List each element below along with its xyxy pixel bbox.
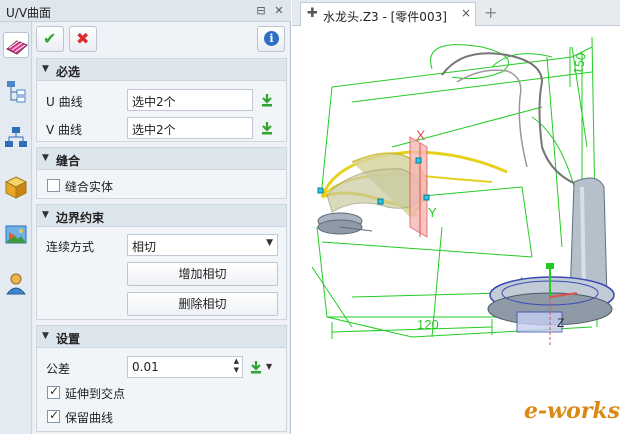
section-boundary: ▼ 边界约束 连续方式 相切 ▼ 增加相切 删除相切 bbox=[36, 204, 287, 320]
remove-tangent-button[interactable]: 删除相切 bbox=[127, 292, 278, 316]
section-required: ▼ 必选 U 曲线 选中2个 V 曲线 选中2个 bbox=[36, 58, 287, 142]
modified-marker-icon: ✚ bbox=[307, 6, 318, 21]
v-curve-field[interactable]: 选中2个 bbox=[127, 117, 253, 139]
info-icon: i bbox=[264, 31, 279, 46]
dimension-120-text: 120 bbox=[417, 317, 439, 332]
pick-u-curve-icon[interactable] bbox=[259, 92, 275, 108]
axis-x-label: X bbox=[416, 127, 426, 143]
v-curve-label: V 曲线 bbox=[46, 123, 83, 137]
side-toolbar bbox=[0, 22, 32, 434]
user-icon[interactable] bbox=[3, 270, 29, 296]
panel-title-bar: U/V曲面 ⊟ ✕ bbox=[0, 0, 291, 22]
3d-viewport[interactable]: ✚ 水龙头.Z3 - [零件003] × + 150 120 X Y Z e-w… bbox=[292, 0, 620, 434]
dropdown-arrow-icon: ▼ bbox=[266, 238, 273, 248]
pick-v-curve-icon[interactable] bbox=[259, 120, 275, 136]
checkmark-icon: ✓ bbox=[49, 384, 60, 398]
tolerance-input[interactable]: 0.01 ▲ ▼ bbox=[127, 356, 243, 378]
continuity-label: 连续方式 bbox=[46, 240, 95, 254]
sew-solid-checkbox[interactable] bbox=[47, 179, 60, 192]
collapse-arrow-icon: ▼ bbox=[42, 64, 49, 74]
collapse-arrow-icon: ▼ bbox=[42, 331, 49, 341]
continuity-select[interactable]: 相切 ▼ bbox=[127, 234, 278, 256]
section-sew-header[interactable]: ▼ 缝合 bbox=[37, 148, 286, 170]
collapse-arrow-icon: ▼ bbox=[42, 153, 49, 163]
keep-curves-checkbox[interactable]: ✓ bbox=[47, 408, 60, 423]
section-settings-title: 设置 bbox=[56, 332, 81, 346]
cross-icon: ✖ bbox=[76, 29, 90, 48]
section-sew-title: 缝合 bbox=[56, 154, 81, 168]
continuity-value: 相切 bbox=[132, 240, 157, 254]
document-tab[interactable]: ✚ 水龙头.Z3 - [零件003] × bbox=[300, 2, 476, 26]
hierarchy-icon[interactable] bbox=[3, 124, 29, 150]
dimension-150-text: 150 bbox=[570, 52, 589, 76]
axis-z-label: Z bbox=[557, 316, 564, 330]
eworks-logo: e-works bbox=[524, 398, 620, 424]
panel-title: U/V曲面 bbox=[6, 6, 52, 20]
check-icon: ✔ bbox=[43, 29, 57, 48]
u-curve-field[interactable]: 选中2个 bbox=[127, 89, 253, 111]
section-boundary-header[interactable]: ▼ 边界约束 bbox=[37, 205, 286, 227]
spin-down-icon[interactable]: ▼ bbox=[234, 366, 239, 374]
tolerance-pick-icon[interactable] bbox=[248, 359, 264, 375]
sew-solid-label: 缝合实体 bbox=[65, 180, 114, 194]
section-boundary-title: 边界约束 bbox=[56, 211, 105, 225]
dimension-120: 120 bbox=[331, 317, 493, 339]
image-icon[interactable] bbox=[3, 222, 29, 248]
feature-form: ✔ ✖ i ▼ 必选 U 曲线 选中2个 V 曲线 选中2个 ▼ 缝合 缝合实体… bbox=[34, 22, 289, 434]
extend-to-intersection-checkbox[interactable]: ✓ bbox=[47, 384, 60, 399]
collapse-arrow-icon: ▼ bbox=[42, 210, 49, 220]
section-settings: ▼ 设置 公差 0.01 ▲ ▼ ▼ ✓ 延伸到交点 ✓ 保留曲线 bbox=[36, 325, 287, 432]
tolerance-label: 公差 bbox=[46, 362, 71, 376]
tree-icon[interactable] bbox=[3, 78, 29, 104]
document-tab-title: 水龙头.Z3 - [零件003] bbox=[323, 10, 447, 24]
section-required-header[interactable]: ▼ 必选 bbox=[37, 59, 286, 81]
faucet-body: Z bbox=[487, 177, 615, 345]
cancel-button[interactable]: ✖ bbox=[69, 26, 97, 52]
section-required-title: 必选 bbox=[56, 65, 81, 79]
spin-up-icon[interactable]: ▲ bbox=[234, 357, 239, 365]
section-sew: ▼ 缝合 缝合实体 bbox=[36, 147, 287, 199]
minimize-icon[interactable]: ⊟ bbox=[254, 4, 268, 18]
add-tangent-button[interactable]: 增加相切 bbox=[127, 262, 278, 286]
document-tab-bar: ✚ 水龙头.Z3 - [零件003] × + bbox=[292, 0, 620, 26]
cube-icon[interactable] bbox=[3, 174, 29, 200]
keep-curves-label: 保留曲线 bbox=[65, 411, 114, 425]
tolerance-value: 0.01 bbox=[132, 360, 159, 374]
checkmark-icon: ✓ bbox=[49, 408, 60, 422]
u-curve-label: U 曲线 bbox=[46, 95, 83, 109]
section-settings-header[interactable]: ▼ 设置 bbox=[37, 326, 286, 348]
tab-close-icon[interactable]: × bbox=[461, 6, 471, 20]
red-plane: X Y bbox=[409, 127, 437, 238]
info-button[interactable]: i bbox=[257, 26, 285, 52]
new-tab-icon[interactable]: + bbox=[484, 3, 497, 22]
uv-surface-panel: U/V曲面 ⊟ ✕ ✔ ✖ i ▼ 必选 U 曲线 选中2个 V 曲线 选中2个… bbox=[0, 0, 291, 434]
surface-icon[interactable] bbox=[3, 32, 29, 58]
close-icon[interactable]: ✕ bbox=[272, 4, 286, 18]
dimension-150: 150 bbox=[569, 47, 589, 87]
faucet-model-scene[interactable]: 150 120 X Y Z bbox=[292, 27, 620, 434]
ok-button[interactable]: ✔ bbox=[36, 26, 64, 52]
tolerance-menu-arrow-icon[interactable]: ▼ bbox=[266, 362, 272, 371]
axis-y-label: Y bbox=[428, 205, 437, 220]
extend-to-intersection-label: 延伸到交点 bbox=[65, 387, 126, 401]
